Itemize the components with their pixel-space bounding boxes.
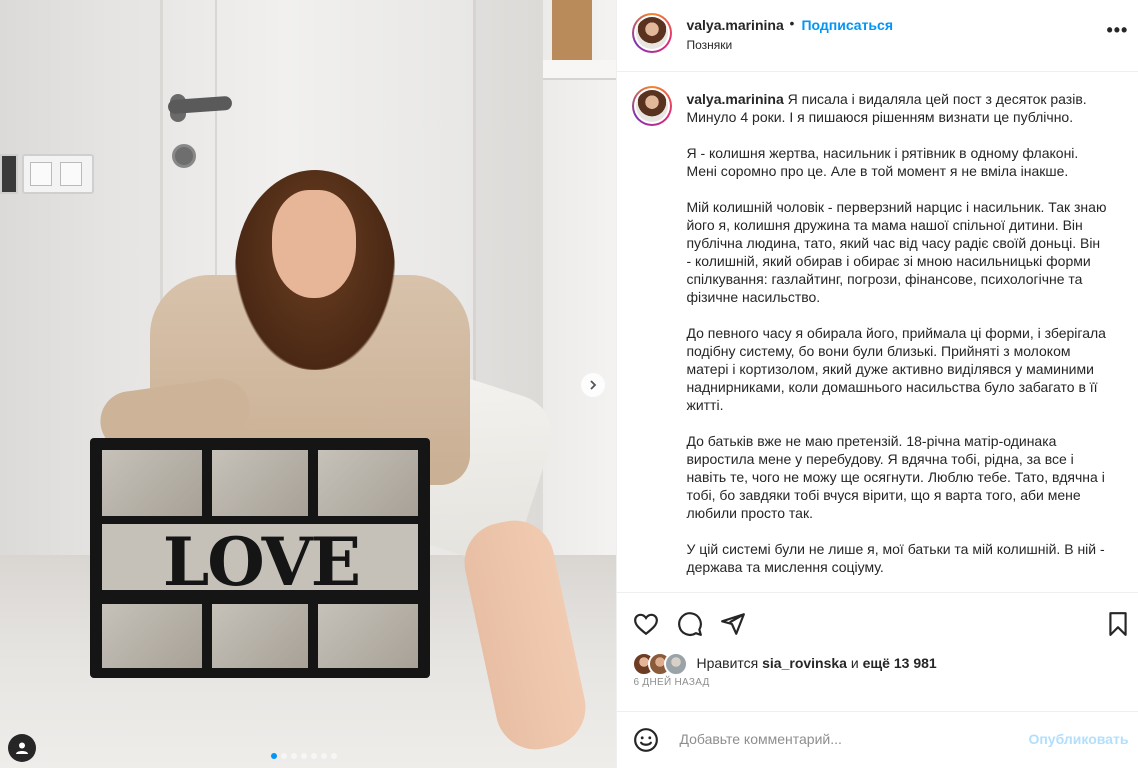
- likes-text: Нравится sia_rovinska и ещё 13 981: [696, 655, 936, 671]
- slide-dot: [321, 753, 327, 759]
- photo-shelf: [540, 0, 617, 600]
- caption-paragraph: До певного часу я обирала його, приймала…: [686, 325, 1106, 413]
- post-timestamp[interactable]: 6 ДНЕЙ НАЗАД: [633, 677, 709, 688]
- caption-paragraph: У цій системі були не лише я, мої батьки…: [686, 541, 1105, 575]
- caption-paragraph: valya.marinina Я писала і видаляла цей п…: [686, 90, 1106, 126]
- likes-connector: и: [850, 655, 859, 671]
- caption-paragraph: Я - колишня жертва, насильник і рятівник…: [686, 145, 1079, 179]
- likes-count-button[interactable]: ещё 13 981: [863, 655, 937, 671]
- caption-text: valya.marinina Я писала і видаляла цей п…: [686, 90, 1106, 592]
- action-bar: [617, 592, 1138, 653]
- add-comment-bar: Опубликовать: [617, 711, 1138, 768]
- smile-icon[interactable]: [633, 727, 659, 753]
- slide-dot: [301, 753, 307, 759]
- caption-username[interactable]: valya.marinina: [686, 91, 783, 107]
- heart-icon[interactable]: [633, 611, 659, 637]
- comment-icon[interactable]: [677, 611, 703, 637]
- more-options-icon[interactable]: •••: [1106, 20, 1128, 41]
- post-media[interactable]: LOVE: [0, 0, 617, 768]
- photo-door-lock: [172, 144, 196, 168]
- likes-prefix: Нравится: [696, 655, 759, 671]
- avatar[interactable]: [632, 13, 673, 53]
- slide-dot: [291, 753, 297, 759]
- post-window: LOVE valya.marinina • Подписаться Позняк…: [0, 0, 1138, 768]
- location-link[interactable]: Позняки: [686, 38, 732, 52]
- slide-indicator: [271, 753, 337, 759]
- slide-dot: [281, 753, 287, 759]
- post-header: valya.marinina • Подписаться Позняки •••: [617, 0, 1138, 72]
- slide-dot: [311, 753, 317, 759]
- header-username[interactable]: valya.marinina: [686, 17, 783, 33]
- photo-switch-left: [0, 154, 18, 194]
- photo-wall-frame: [552, 0, 592, 60]
- avatar: [664, 652, 689, 676]
- liker-avatars[interactable]: [632, 652, 689, 676]
- post-comment-button[interactable]: Опубликовать: [1028, 731, 1128, 747]
- photo-light-switch: [22, 154, 94, 194]
- header-separator: •: [789, 15, 795, 31]
- liker-username[interactable]: sia_rovinska: [762, 655, 847, 671]
- chevron-right-icon: [590, 380, 597, 390]
- share-icon[interactable]: [720, 611, 746, 637]
- comment-input[interactable]: [677, 730, 1012, 748]
- caption-paragraph: До батьків вже не маю претензій. 18-річн…: [686, 433, 1105, 521]
- slide-dot: [331, 753, 337, 759]
- caption-avatar[interactable]: [632, 86, 673, 126]
- bookmark-icon[interactable]: [1105, 611, 1131, 637]
- next-slide-button[interactable]: [581, 373, 605, 397]
- post-date: 6 ДНЕЙ НАЗАД: [617, 677, 1138, 711]
- photo-love-text: LOVE: [162, 523, 361, 601]
- post-panel: valya.marinina • Подписаться Позняки •••…: [616, 0, 1138, 768]
- caption-paragraph: Мій колишній чоловік - перверзний нарцис…: [686, 199, 1107, 305]
- user-icon: [16, 742, 28, 754]
- tagged-users-button[interactable]: [8, 734, 36, 762]
- slide-dot: [271, 753, 277, 759]
- photo-face: [272, 190, 356, 298]
- follow-button[interactable]: Подписаться: [801, 17, 893, 33]
- caption-area: valya.marinina Я писала і видаляла цей п…: [617, 72, 1138, 592]
